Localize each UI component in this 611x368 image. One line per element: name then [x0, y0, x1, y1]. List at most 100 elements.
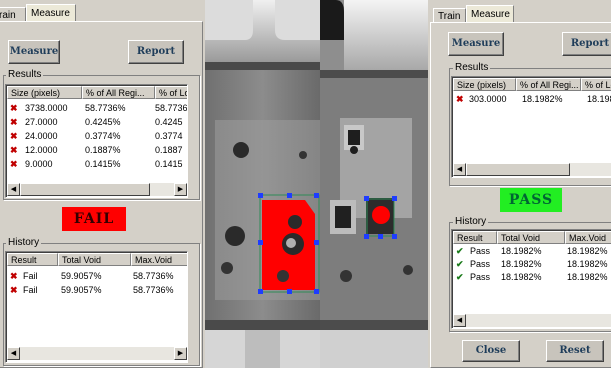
table-row[interactable]: ✖ Fail 59.9057% 58.7736% [8, 284, 187, 296]
history-col-result[interactable]: Result [453, 231, 497, 244]
close-button[interactable]: Close [462, 340, 520, 362]
table-row[interactable]: ✖ 3738.0000 58.7736% 58.7736 [8, 102, 188, 114]
max-void-value: 18.1982% [567, 246, 608, 256]
table-row[interactable]: ✔ Pass 18.1982% 18.1982% [454, 258, 611, 270]
results-label-right: Results [453, 62, 491, 73]
size-value: 27.0000 [25, 117, 58, 127]
scroll-left-arrow-icon[interactable]: ◀ [7, 347, 20, 360]
results-col-size[interactable]: Size (pixels) [453, 78, 516, 91]
tab-train-left[interactable]: rain [0, 7, 26, 22]
history-hscrollbar-right[interactable]: ◀ [453, 314, 611, 327]
right-measure-panel: Train Measure Measure Report Results Siz… [428, 0, 611, 368]
history-col-result[interactable]: Result [7, 253, 58, 266]
all-percent-value: 0.1887% [85, 145, 121, 155]
report-button-left[interactable]: Report [128, 40, 184, 64]
size-value: 3738.0000 [25, 103, 68, 113]
max-void-value: 18.1982% [567, 272, 608, 282]
history-list-left[interactable]: Result Total Void Max.Void ✖ Fail 59.905… [5, 251, 188, 363]
check-mark-icon: ✔ [456, 272, 464, 282]
result-value: Pass [470, 246, 491, 256]
table-row[interactable]: ✔ Pass 18.1982% 18.1982% [454, 245, 611, 257]
scroll-right-arrow-icon[interactable]: ▶ [174, 183, 187, 196]
history-col-total[interactable]: Total Void [58, 253, 131, 266]
size-value: 303.0000 [469, 94, 507, 104]
x-mark-icon: ✖ [10, 103, 18, 113]
total-void-value: 18.1982% [501, 259, 542, 269]
table-row[interactable]: ✖ 9.0000 0.1415% 0.1415 [8, 158, 187, 170]
size-value: 12.0000 [25, 145, 58, 155]
table-row[interactable]: ✖ 12.0000 0.1887% 0.1887 [8, 144, 187, 156]
history-label-left: History [6, 237, 42, 248]
history-hscrollbar-left[interactable]: ◀ ▶ [7, 347, 187, 360]
all-percent-value: 58.7736% [85, 103, 126, 113]
total-void-value: 59.9057% [61, 285, 102, 295]
tab-train-right[interactable]: Train [433, 8, 466, 23]
check-mark-icon: ✔ [456, 259, 464, 269]
x-mark-icon: ✖ [10, 285, 18, 295]
lo-percent-value: 0.4245 [155, 117, 183, 127]
reset-button[interactable]: Reset [546, 340, 604, 362]
measure-button-right[interactable]: Measure [448, 32, 504, 56]
scroll-left-arrow-icon[interactable]: ◀ [453, 314, 466, 327]
scroll-thumb[interactable] [20, 183, 150, 196]
results-list-right[interactable]: Size (pixels) % of All Regi... % of Lo ✖… [451, 76, 611, 178]
table-row[interactable]: ✖ Fail 59.9057% 58.7736% [8, 270, 187, 282]
results-col-lo[interactable]: % of Lo [581, 78, 611, 91]
all-percent-value: 0.1415% [85, 159, 121, 169]
x-mark-icon: ✖ [10, 159, 18, 169]
tab-measure-left[interactable]: Measure [26, 4, 76, 22]
check-mark-icon: ✔ [456, 246, 464, 256]
x-mark-icon: ✖ [10, 117, 18, 127]
void-region-highlight [372, 206, 390, 224]
result-value: Pass [470, 259, 491, 269]
results-list-left[interactable]: Size (pixels) % of All Regi... % of Lo ✖… [5, 84, 188, 198]
camera-image-pass [320, 0, 428, 368]
table-row[interactable]: ✖ 303.0000 18.1982% 18.198 [454, 93, 611, 105]
result-value: Fail [23, 271, 38, 281]
total-void-value: 18.1982% [501, 246, 542, 256]
scroll-left-arrow-icon[interactable]: ◀ [7, 183, 20, 196]
max-void-value: 58.7736% [133, 271, 174, 281]
table-row[interactable]: ✔ Pass 18.1982% 18.1982% [454, 271, 611, 283]
measure-button-left[interactable]: Measure [8, 40, 60, 64]
report-button-right[interactable]: Report [562, 32, 611, 56]
results-col-all[interactable]: % of All Regi... [82, 86, 155, 99]
camera-image-fail [205, 0, 320, 368]
tab-measure-right[interactable]: Measure [466, 5, 514, 23]
results-col-lo[interactable]: % of Lo [155, 86, 187, 99]
history-label-right: History [453, 216, 489, 227]
results-col-all[interactable]: % of All Regi... [516, 78, 581, 91]
results-hscrollbar-left[interactable]: ◀ ▶ [7, 183, 187, 196]
status-badge-pass: PASS [500, 188, 562, 212]
scroll-left-arrow-icon[interactable]: ◀ [453, 163, 466, 176]
scroll-thumb[interactable] [466, 163, 570, 176]
history-list-right[interactable]: Result Total Void Max.Void ✔ Pass 18.198… [451, 229, 611, 329]
inspection-image-right [320, 0, 428, 368]
lo-percent-value: 0.1887 [155, 145, 183, 155]
lo-percent-value: 0.3774 [155, 131, 183, 141]
results-col-size[interactable]: Size (pixels) [7, 86, 82, 99]
inspection-image-left [205, 0, 320, 368]
all-percent-value: 18.1982% [522, 94, 563, 104]
results-label-left: Results [6, 69, 44, 80]
x-mark-icon: ✖ [10, 145, 18, 155]
x-mark-icon: ✖ [10, 131, 18, 141]
result-value: Fail [23, 285, 38, 295]
lo-percent-value: 18.198 [587, 94, 611, 104]
results-hscrollbar-right[interactable]: ◀ [453, 163, 611, 176]
status-badge-fail: FAIL [62, 207, 126, 231]
result-value: Pass [470, 272, 491, 282]
table-row[interactable]: ✖ 27.0000 0.4245% 0.4245 [8, 116, 187, 128]
scroll-right-arrow-icon[interactable]: ▶ [174, 347, 187, 360]
history-col-total[interactable]: Total Void [497, 231, 565, 244]
left-measure-panel: rain Measure Measure Report Results Size… [0, 0, 205, 368]
lo-percent-value: 58.7736 [155, 103, 188, 113]
max-void-value: 58.7736% [133, 285, 174, 295]
history-col-max[interactable]: Max.Void [565, 231, 611, 244]
all-percent-value: 0.3774% [85, 131, 121, 141]
total-void-value: 59.9057% [61, 271, 102, 281]
total-void-value: 18.1982% [501, 272, 542, 282]
table-row[interactable]: ✖ 24.0000 0.3774% 0.3774 [8, 130, 187, 142]
history-col-max[interactable]: Max.Void [131, 253, 187, 266]
max-void-value: 18.1982% [567, 259, 608, 269]
